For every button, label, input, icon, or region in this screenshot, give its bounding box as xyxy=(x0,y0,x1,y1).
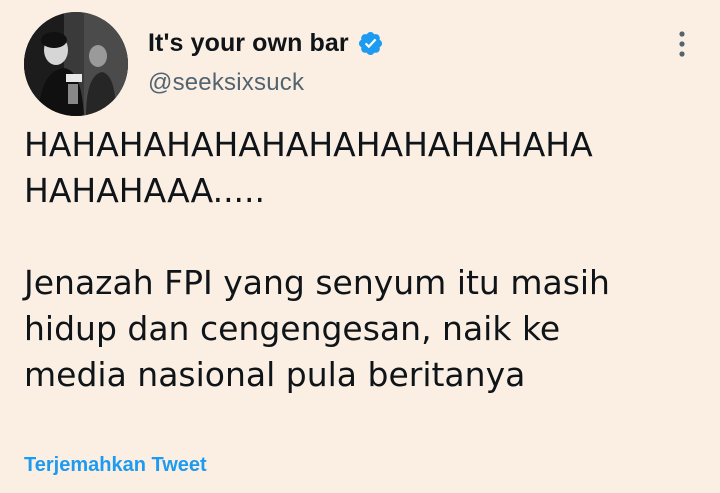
profile-photo xyxy=(24,12,128,116)
display-name[interactable]: It's your own bar xyxy=(148,29,349,58)
tweet-text-line: media nasional pula beritanya xyxy=(24,355,526,394)
paragraph-break xyxy=(24,214,714,260)
more-options-button[interactable] xyxy=(664,26,700,62)
display-name-row: It's your own bar xyxy=(148,26,384,60)
more-vertical-icon xyxy=(679,31,685,57)
tweet-text-line: HAHAHAHAHAHAHAHAHAHAHAHA xyxy=(24,125,593,164)
tweet-text-line: Jenazah FPI yang senyum itu masih xyxy=(24,263,610,302)
verified-badge-icon xyxy=(357,30,384,57)
user-handle[interactable]: @seeksixsuck xyxy=(148,69,304,97)
tweet-text-line: hidup dan cengengesan, naik ke xyxy=(24,309,561,348)
avatar[interactable] xyxy=(24,12,128,116)
tweet-text: HAHAHAHAHAHAHAHAHAHAHAHA HAHAHAAA..... J… xyxy=(24,122,714,398)
tweet-text-line: HAHAHAAA..... xyxy=(24,171,266,210)
translate-tweet-link[interactable]: Terjemahkan Tweet xyxy=(24,454,207,477)
tweet-card: It's your own bar @seeksixsuck HAHAHAHAH… xyxy=(0,0,720,493)
